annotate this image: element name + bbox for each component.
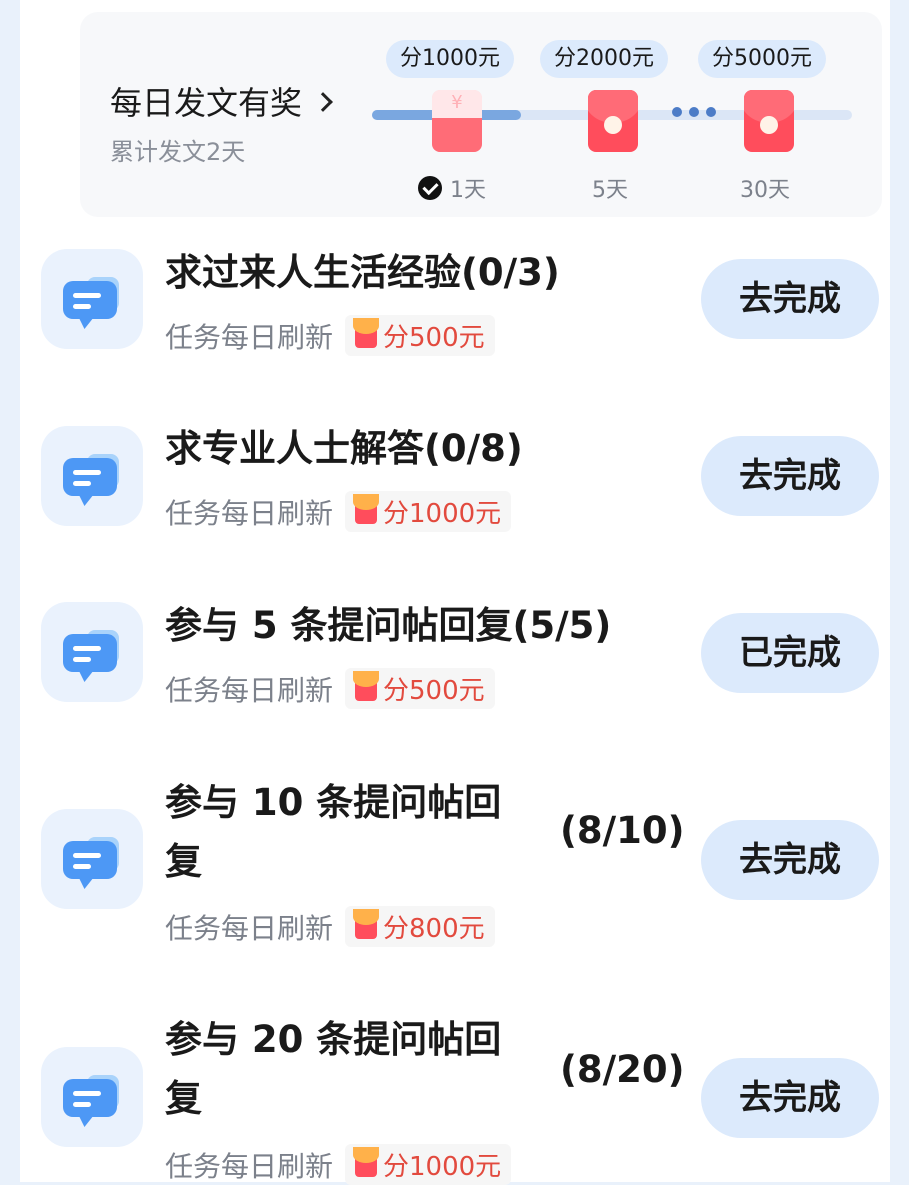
task-refresh-note: 任务每日刷新 bbox=[165, 320, 334, 354]
completed-button[interactable]: 已完成 bbox=[701, 613, 879, 693]
reward-tag: 分1000元 bbox=[345, 491, 512, 532]
task-title-line1: 参与 10 条提问帖回 bbox=[165, 781, 502, 824]
go-complete-button[interactable]: 去完成 bbox=[701, 436, 879, 516]
task-subline: 任务每日刷新 分1000元 bbox=[165, 491, 512, 532]
check-circle-icon bbox=[418, 176, 442, 200]
reward-tag: 分500元 bbox=[345, 668, 495, 709]
go-complete-button[interactable]: 去完成 bbox=[701, 1058, 879, 1138]
reward-tag: 分1000元 bbox=[345, 1144, 512, 1185]
reward-amount: 分500元 bbox=[383, 323, 485, 353]
go-complete-button[interactable]: 去完成 bbox=[701, 820, 879, 900]
task-subline: 任务每日刷新 分500元 bbox=[165, 315, 495, 356]
task-refresh-note: 任务每日刷新 bbox=[165, 496, 334, 530]
red-envelope-icon bbox=[353, 670, 380, 701]
task-title: 求专业人士解答(0/8) bbox=[165, 427, 523, 470]
milestone-day-label: 1天 bbox=[418, 172, 486, 204]
red-envelope-icon bbox=[588, 90, 638, 152]
daily-post-title: 每日发文有奖 bbox=[110, 84, 303, 122]
red-envelope-icon bbox=[353, 493, 380, 524]
milestone-day-text: 1天 bbox=[450, 178, 486, 203]
chevron-right-icon bbox=[313, 92, 333, 112]
daily-post-title-link[interactable]: 每日发文有奖 bbox=[110, 78, 333, 124]
task-subline: 任务每日刷新 分1000元 bbox=[165, 1144, 512, 1185]
task-progress: (8/20) bbox=[560, 1048, 685, 1091]
daily-post-reward-panel: 每日发文有奖 累计发文2天 分1000元 ¥ 1天 分2000元 5天 分500… bbox=[80, 12, 882, 217]
red-envelope-icon bbox=[744, 90, 794, 152]
task-refresh-note: 任务每日刷新 bbox=[165, 1149, 334, 1183]
go-complete-button[interactable]: 去完成 bbox=[701, 259, 879, 339]
red-envelope-icon bbox=[353, 1146, 380, 1177]
chat-bubble-icon bbox=[41, 602, 143, 702]
milestone-reward-badge: 分2000元 bbox=[540, 40, 668, 78]
reward-amount: 分500元 bbox=[383, 676, 485, 706]
chat-bubble-icon bbox=[41, 809, 143, 909]
cumulative-post-days: 累计发文2天 bbox=[110, 138, 246, 166]
reward-amount: 分1000元 bbox=[383, 499, 502, 529]
task-title-line2: 复 bbox=[165, 1077, 202, 1120]
more-milestones-dots-icon bbox=[672, 107, 716, 117]
chat-bubble-icon bbox=[41, 249, 143, 349]
task-subline: 任务每日刷新 分800元 bbox=[165, 906, 495, 947]
reward-amount: 分800元 bbox=[383, 914, 485, 944]
chat-bubble-icon bbox=[41, 1047, 143, 1147]
opened-red-envelope-icon: ¥ bbox=[432, 90, 482, 152]
milestone-reward-badge: 分5000元 bbox=[698, 40, 826, 78]
red-envelope-icon bbox=[353, 317, 380, 348]
task-title-line2: 复 bbox=[165, 840, 202, 883]
chat-bubble-icon bbox=[41, 426, 143, 526]
task-title: 求过来人生活经验(0/3) bbox=[165, 251, 560, 294]
milestone-day-label: 30天 bbox=[740, 178, 790, 203]
task-title: 参与 5 条提问帖回复(5/5) bbox=[165, 604, 612, 647]
task-subline: 任务每日刷新 分500元 bbox=[165, 668, 495, 709]
task-card: 每日发文有奖 累计发文2天 分1000元 ¥ 1天 分2000元 5天 分500… bbox=[20, 0, 890, 1185]
red-envelope-icon bbox=[353, 908, 380, 939]
task-progress: (8/10) bbox=[560, 809, 685, 852]
task-refresh-note: 任务每日刷新 bbox=[165, 673, 334, 707]
task-refresh-note: 任务每日刷新 bbox=[165, 911, 334, 945]
reward-tag: 分800元 bbox=[345, 906, 495, 947]
milestone-reward-badge: 分1000元 bbox=[386, 40, 514, 78]
reward-tag: 分500元 bbox=[345, 315, 495, 356]
reward-amount: 分1000元 bbox=[383, 1152, 502, 1182]
milestone-day-label: 5天 bbox=[592, 178, 628, 203]
task-title-line1: 参与 20 条提问帖回 bbox=[165, 1018, 502, 1061]
